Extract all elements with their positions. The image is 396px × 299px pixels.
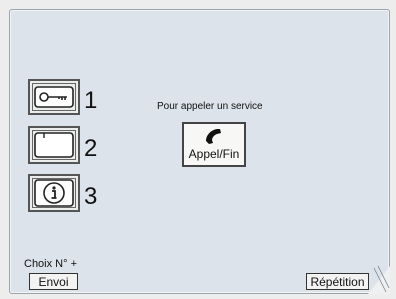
choice-label: Choix N° + [24, 258, 78, 270]
repeat-button[interactable]: Répétition [306, 273, 369, 290]
shortcut-number-3: 3 [84, 183, 98, 210]
shortcut-number-1: 1 [84, 87, 98, 114]
key-shortcut-button[interactable] [28, 79, 80, 115]
service-prompt: Pour appeler un service [157, 101, 263, 112]
info-shortcut-button[interactable] [28, 174, 80, 212]
phone-screen: 1 2 3 Pour appeler un service Appel/Fin … [9, 9, 390, 294]
phone-icon [206, 129, 221, 144]
card-icon [34, 132, 74, 158]
send-button[interactable]: Envoi [29, 273, 78, 290]
call-end-button[interactable]: Appel/Fin [182, 122, 246, 167]
call-end-label: Appel/Fin [188, 147, 240, 161]
shortcut-number-2: 2 [84, 135, 98, 162]
key-icon [34, 86, 74, 108]
card-shortcut-button[interactable] [28, 126, 80, 164]
page-curl-icon [368, 266, 390, 294]
info-icon [34, 179, 74, 207]
